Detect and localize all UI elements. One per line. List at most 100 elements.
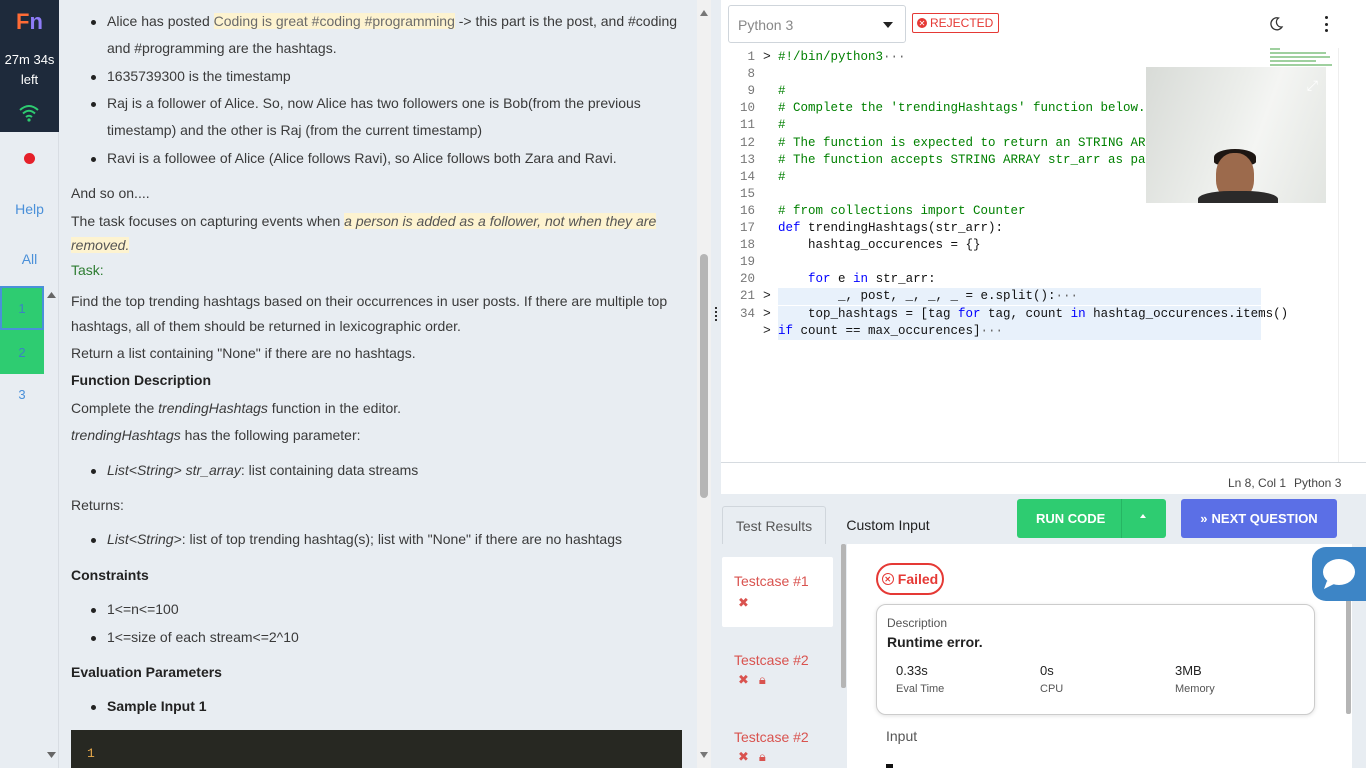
- line-number: 19: [739, 255, 755, 269]
- question-nav-3[interactable]: 3: [0, 372, 44, 416]
- expand-icon[interactable]: ⤢: [1307, 77, 1318, 94]
- next-question-button[interactable]: » NEXT QUESTION: [1181, 499, 1337, 538]
- description-value: Runtime error.: [887, 634, 983, 650]
- pane-splitter[interactable]: [711, 0, 721, 768]
- question-nav-2[interactable]: 2: [0, 330, 44, 374]
- recording-indicator-icon: [24, 153, 35, 164]
- metric-label: Memory: [1175, 683, 1215, 695]
- webcam-preview[interactable]: ⤢: [1146, 67, 1326, 203]
- moon-icon[interactable]: [1268, 16, 1284, 32]
- run-code-button[interactable]: RUN CODE: [1017, 499, 1166, 538]
- code-text: def trendingHashtags(str_arr):: [778, 221, 1004, 235]
- testcase-item-2[interactable]: Testcase #2 ✖ 🔒︎: [722, 644, 833, 694]
- line-number: 21: [739, 289, 755, 303]
- code-line[interactable]: #: [778, 118, 786, 132]
- code-text: #: [778, 118, 786, 132]
- testcase-item-3[interactable]: Testcase #2 ✖ 🔒︎: [722, 721, 833, 768]
- question-list-scrollbar[interactable]: [44, 286, 59, 768]
- text: Complete the: [71, 400, 159, 416]
- code-line[interactable]: _, post, _, _, _ = e.split():···: [778, 289, 1078, 303]
- drag-handle-icon[interactable]: [714, 306, 718, 322]
- code-line[interactable]: #!/bin/python3···: [778, 50, 906, 64]
- editor-scrollbar[interactable]: [1338, 48, 1352, 462]
- status-language: Python 3: [1294, 476, 1342, 490]
- code-line[interactable]: # from collections import Counter: [778, 204, 1026, 218]
- returns-bullet: List<String>: list of top trending hasht…: [90, 531, 622, 547]
- task-heading: Task:: [71, 262, 104, 278]
- example-bullet-2: 1635739300 is the timestamp: [91, 68, 291, 84]
- tab-test-results[interactable]: Test Results: [722, 506, 826, 544]
- question-nav-1[interactable]: 1: [0, 286, 44, 330]
- editor-scroll-thumb[interactable]: [1342, 48, 1350, 462]
- line-number: 17: [739, 221, 755, 235]
- line-number: 1: [747, 50, 755, 64]
- chevron-down-icon: [883, 22, 893, 28]
- testcase-scroll-thumb[interactable]: [841, 544, 846, 688]
- line-number: 13: [739, 153, 755, 167]
- language-value: Python 3: [738, 17, 794, 33]
- code-line[interactable]: # The function is expected to return an …: [778, 136, 1176, 150]
- metric-value: 0.33s: [896, 663, 928, 678]
- double-chevron-right-icon: »: [1200, 511, 1208, 526]
- left-rail: Fn 27m 34s left Help All 1 2 3: [0, 0, 59, 768]
- testcase-item-1[interactable]: Testcase #1 ✖: [722, 557, 833, 627]
- code-text: if count == max_occurences]: [778, 324, 981, 338]
- problem-scroll-thumb[interactable]: [700, 254, 708, 498]
- x-icon: ✖: [738, 672, 749, 687]
- returns-heading: Returns:: [71, 497, 124, 513]
- code-line[interactable]: # Complete the 'trendingHashtags' functi…: [778, 101, 1146, 115]
- function-description-line-1: Complete the trendingHashtags function i…: [71, 400, 401, 416]
- text: -> this part is the post, and #coding: [454, 13, 678, 29]
- problem-statement: Alice has posted Coding is great #coding…: [59, 0, 697, 768]
- sample-line-number: 1: [87, 746, 95, 761]
- line-number: 12: [739, 136, 755, 150]
- fold-chevron-icon[interactable]: >: [763, 49, 771, 64]
- code-line[interactable]: if count == max_occurences]···: [778, 324, 1003, 338]
- metric-eval-time: 0.33s Eval Time: [896, 663, 944, 695]
- language-select[interactable]: Python 3: [728, 5, 906, 43]
- help-link[interactable]: Help: [0, 201, 59, 217]
- more-options-icon[interactable]: [1320, 16, 1332, 32]
- fold-chevron-icon[interactable]: >: [763, 306, 771, 321]
- constraint-2: 1<=size of each stream<=2^10: [91, 629, 299, 645]
- code-line[interactable]: top_hashtags = [tag for tag, count in ha…: [778, 307, 1288, 321]
- chat-support-button[interactable]: [1312, 547, 1366, 601]
- input-text-cursor: [886, 764, 893, 768]
- line-number: 10: [739, 101, 755, 115]
- fold-ellipsis-icon[interactable]: ···: [883, 50, 906, 64]
- chevron-up-icon[interactable]: [1140, 514, 1146, 518]
- task-focus-cont: removed.: [71, 237, 130, 253]
- text: : list containing data streams: [240, 462, 419, 478]
- wifi-icon: [19, 105, 39, 122]
- code-line[interactable]: def trendingHashtags(str_arr):: [778, 221, 1003, 235]
- metric-label: Eval Time: [896, 683, 945, 695]
- fold-chevron-icon[interactable]: >: [763, 288, 771, 303]
- fold-ellipsis-icon[interactable]: ···: [981, 324, 1004, 338]
- metric-value: 0s: [1040, 663, 1054, 678]
- metric-cpu: 0s CPU: [1040, 663, 1063, 695]
- code-line[interactable]: for e in str_arr:: [778, 272, 936, 286]
- code-line[interactable]: # The function accepts STRING ARRAY str_…: [778, 153, 1206, 167]
- problem-scrollbar[interactable]: [697, 0, 711, 768]
- all-questions-link[interactable]: All: [0, 251, 59, 267]
- code-line[interactable]: #: [778, 84, 786, 98]
- app-root: Fn 27m 34s left Help All 1 2 3 Alice has…: [0, 0, 1366, 768]
- timer: 27m 34s left: [0, 50, 59, 90]
- text: Alice has posted: [107, 13, 214, 29]
- timer-left-label: left: [20, 72, 39, 87]
- task-line-1: Find the top trending hashtags based on …: [71, 293, 668, 309]
- input-label: Input: [886, 728, 918, 744]
- code-line[interactable]: #: [778, 170, 786, 184]
- code-text: #: [778, 84, 786, 98]
- code-text: # Complete the 'trendingHashtags' functi…: [778, 101, 1146, 115]
- line-number: 15: [739, 187, 755, 201]
- code-line[interactable]: hashtag_occurences = {}: [778, 238, 981, 252]
- minimap[interactable]: [1266, 48, 1338, 68]
- fold-ellipsis-icon[interactable]: ···: [1056, 289, 1079, 303]
- status-badge: ✕ REJECTED: [912, 13, 1000, 33]
- status-badge-label: REJECTED: [930, 16, 994, 30]
- highlighted-post: Coding is great #coding #programming: [213, 13, 455, 29]
- tab-custom-input[interactable]: Custom Input: [830, 506, 946, 544]
- example-bullet-1-cont: and #programming are the hashtags.: [107, 40, 337, 56]
- fold-chevron-icon[interactable]: >: [763, 323, 771, 338]
